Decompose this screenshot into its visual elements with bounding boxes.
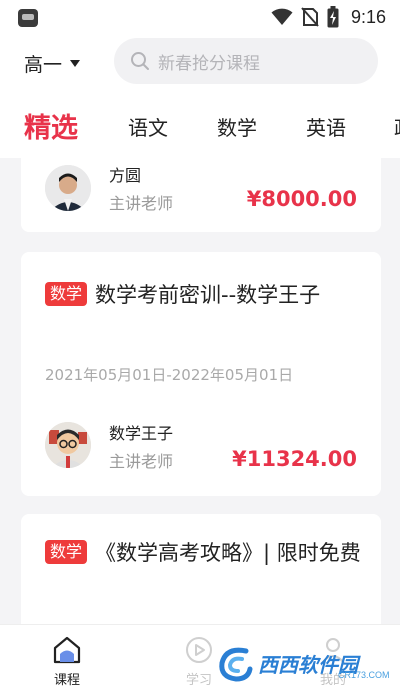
teacher-avatar <box>45 165 91 211</box>
subject-tabs: 精选 语文 数学 英语 政 <box>0 92 400 158</box>
search-icon <box>131 52 149 70</box>
course-card[interactable]: 数学 《数学高考攻略》| 限时免费 <box>21 514 381 624</box>
course-price: ¥8000.00 <box>246 187 357 211</box>
header: 高一 新春抢分课程 <box>0 36 400 92</box>
course-title-text: 《数学高考攻略》| 限时免费 <box>95 541 361 565</box>
course-card[interactable]: 方圆 主讲老师 ¥8000.00 <box>21 158 381 232</box>
search-input[interactable]: 新春抢分课程 <box>114 38 378 84</box>
app-icon <box>18 9 38 27</box>
course-list: 方圆 主讲老师 ¥8000.00 数学 数学考前密训--数学王子 2021年05月… <box>0 158 400 624</box>
nav-course[interactable]: 课程 <box>32 635 102 688</box>
course-title: 数学 数学考前密训--数学王子 <box>45 278 361 313</box>
watermark-logo: 西西软件园 CR173.COM <box>216 640 392 686</box>
wifi-icon <box>271 8 293 25</box>
battery-charging-icon <box>327 6 339 28</box>
course-price: ¥11324.00 <box>232 447 357 471</box>
grade-selector[interactable]: 高一 <box>24 46 81 80</box>
search-placeholder: 新春抢分课程 <box>158 53 260 74</box>
teacher-name: 数学王子 <box>109 424 174 443</box>
tab-politics[interactable]: 政 <box>394 112 400 141</box>
teacher-avatar <box>45 422 91 468</box>
tab-math[interactable]: 数学 <box>217 112 257 141</box>
status-bar: 9:16 <box>0 0 400 36</box>
course-title: 数学 《数学高考攻略》| 限时免费 <box>45 536 361 571</box>
tab-chinese[interactable]: 语文 <box>128 112 168 141</box>
no-sim-icon <box>301 7 319 27</box>
tab-featured[interactable]: 精选 <box>24 106 78 145</box>
grade-label: 高一 <box>24 53 63 76</box>
status-icons: 9:16 <box>271 6 386 28</box>
tab-english[interactable]: 英语 <box>306 112 346 141</box>
watermark-subtext: CR173.COM <box>338 670 390 680</box>
nav-label: 课程 <box>53 673 80 688</box>
subject-badge: 数学 <box>45 540 88 564</box>
caret-down-icon <box>70 59 81 67</box>
watermark-swirl-icon <box>219 647 253 682</box>
teacher-role: 主讲老师 <box>109 452 174 471</box>
nav-label: 学习 <box>185 673 212 688</box>
status-time: 9:16 <box>350 6 386 27</box>
play-icon <box>186 637 212 663</box>
course-date-range: 2021年05月01日-2022年05月01日 <box>45 366 294 384</box>
course-title-text: 数学考前密训--数学王子 <box>95 283 321 307</box>
teacher-name: 方圆 <box>109 166 142 185</box>
subject-badge: 数学 <box>45 282 88 306</box>
home-icon <box>53 636 81 664</box>
course-card[interactable]: 数学 数学考前密训--数学王子 2021年05月01日-2022年05月01日 数… <box>21 252 381 496</box>
teacher-role: 主讲老师 <box>109 194 174 213</box>
